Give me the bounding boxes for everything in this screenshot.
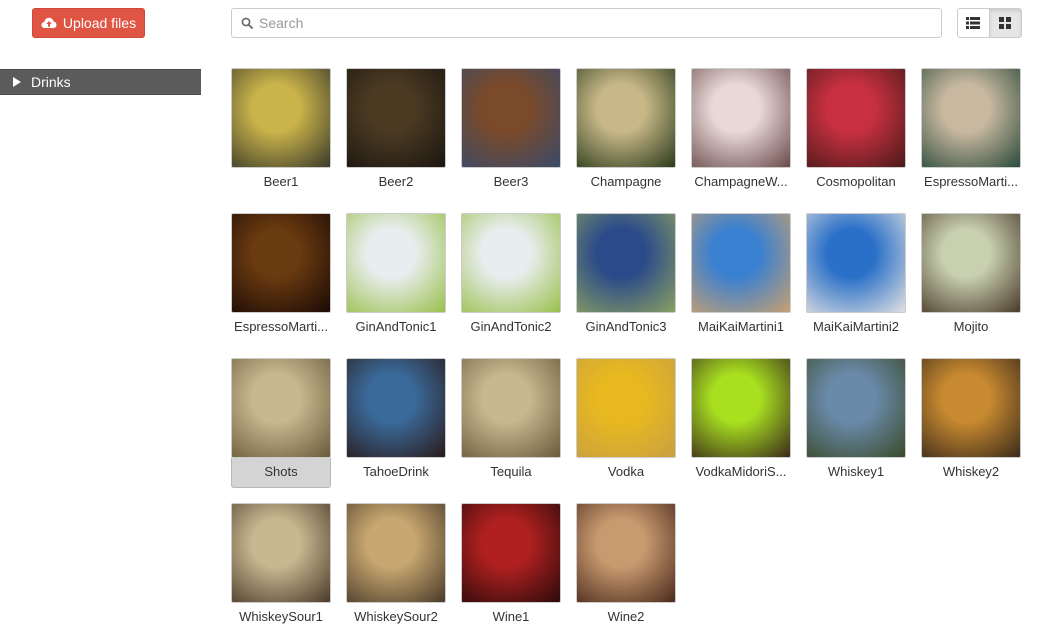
file-thumbnail[interactable] xyxy=(346,213,446,313)
grid-view-button[interactable] xyxy=(989,8,1022,38)
file-thumbnail[interactable] xyxy=(806,213,906,313)
file-tile[interactable]: Beer2 xyxy=(346,68,446,198)
file-tile[interactable]: Beer1 xyxy=(231,68,331,198)
file-thumbnail[interactable] xyxy=(231,213,331,313)
triangle-right-icon xyxy=(13,77,21,87)
file-tile[interactable]: GinAndTonic3 xyxy=(576,213,676,343)
upload-files-label: Upload files xyxy=(62,15,137,31)
file-thumbnail[interactable] xyxy=(461,503,561,603)
file-tile[interactable]: Cosmopolitan xyxy=(806,68,906,198)
file-tile[interactable]: WhiskeySour1 xyxy=(231,503,331,629)
file-thumbnail[interactable] xyxy=(691,68,791,168)
file-thumbnail[interactable] xyxy=(346,503,446,603)
file-label: Whiskey1 xyxy=(827,464,885,479)
file-label: EspressoMarti... xyxy=(234,319,328,334)
file-tile[interactable]: Whiskey1 xyxy=(806,358,906,488)
file-thumbnail[interactable] xyxy=(576,503,676,603)
file-thumbnail[interactable] xyxy=(576,213,676,313)
file-thumbnail[interactable] xyxy=(691,358,791,458)
file-tile[interactable]: GinAndTonic2 xyxy=(461,213,561,343)
file-label: Mojito xyxy=(953,319,989,334)
file-label: GinAndTonic1 xyxy=(355,319,437,334)
file-label: Vodka xyxy=(607,464,645,479)
file-label: WhiskeySour1 xyxy=(239,609,323,624)
file-label: VodkaMidoriS... xyxy=(695,464,787,479)
file-label: GinAndTonic3 xyxy=(585,319,667,334)
file-label: Shots xyxy=(264,464,298,479)
search-input[interactable] xyxy=(259,10,941,36)
file-tile[interactable]: TahoeDrink xyxy=(346,358,446,488)
file-tile[interactable]: EspressoMarti... xyxy=(231,213,331,343)
search-icon xyxy=(241,17,253,29)
file-tile[interactable]: Champagne xyxy=(576,68,676,198)
file-tile[interactable]: Mojito xyxy=(921,213,1021,343)
file-label: MaiKaiMartini1 xyxy=(698,319,784,334)
view-toggle xyxy=(957,8,1022,38)
file-thumbnail[interactable] xyxy=(806,68,906,168)
file-tile[interactable]: Wine1 xyxy=(461,503,561,629)
file-tile[interactable]: GinAndTonic1 xyxy=(346,213,446,343)
file-thumbnail[interactable] xyxy=(921,213,1021,313)
file-tile[interactable]: Whiskey2 xyxy=(921,358,1021,488)
file-label: Tequila xyxy=(490,464,532,479)
file-tile[interactable]: ChampagneW... xyxy=(691,68,791,198)
file-thumbnail[interactable] xyxy=(461,68,561,168)
file-tile[interactable]: MaiKaiMartini1 xyxy=(691,213,791,343)
file-tile[interactable]: Beer3 xyxy=(461,68,561,198)
file-thumbnail[interactable] xyxy=(231,503,331,603)
cloud-upload-icon xyxy=(41,17,57,28)
file-tile[interactable]: MaiKaiMartini2 xyxy=(806,213,906,343)
file-tile[interactable]: Vodka xyxy=(576,358,676,488)
file-thumbnail[interactable] xyxy=(921,68,1021,168)
file-label: Wine2 xyxy=(607,609,645,624)
sidebar-item-drinks[interactable]: Drinks xyxy=(0,69,201,95)
file-thumbnail[interactable] xyxy=(461,213,561,313)
list-icon xyxy=(966,17,981,29)
file-thumbnail[interactable] xyxy=(346,358,446,458)
file-label: ChampagneW... xyxy=(694,174,788,189)
file-label: Whiskey2 xyxy=(942,464,1000,479)
file-thumbnail[interactable] xyxy=(231,358,331,458)
upload-files-button[interactable]: Upload files xyxy=(32,8,145,38)
file-label: EspressoMarti... xyxy=(924,174,1018,189)
file-tile[interactable]: EspressoMarti... xyxy=(921,68,1021,198)
file-tile[interactable]: Tequila xyxy=(461,358,561,488)
file-label: Cosmopolitan xyxy=(816,174,896,189)
file-label: GinAndTonic2 xyxy=(470,319,552,334)
search-box[interactable] xyxy=(231,8,942,38)
file-thumbnail[interactable] xyxy=(461,358,561,458)
file-tile[interactable]: Shots xyxy=(231,358,331,488)
file-tile[interactable]: VodkaMidoriS... xyxy=(691,358,791,488)
file-label: Champagne xyxy=(590,174,662,189)
file-thumbnail[interactable] xyxy=(346,68,446,168)
file-label: TahoeDrink xyxy=(363,464,429,479)
file-label: Beer2 xyxy=(378,174,414,189)
list-view-button[interactable] xyxy=(957,8,990,38)
file-label: WhiskeySour2 xyxy=(354,609,438,624)
file-thumbnail[interactable] xyxy=(691,213,791,313)
grid-icon xyxy=(999,17,1012,29)
file-thumbnail[interactable] xyxy=(921,358,1021,458)
file-label: Beer1 xyxy=(263,174,299,189)
file-label: MaiKaiMartini2 xyxy=(813,319,899,334)
sidebar-item-label: Drinks xyxy=(31,74,71,90)
file-thumbnail[interactable] xyxy=(576,358,676,458)
file-tile[interactable]: WhiskeySour2 xyxy=(346,503,446,629)
file-thumbnail[interactable] xyxy=(231,68,331,168)
file-thumbnail[interactable] xyxy=(806,358,906,458)
file-label: Wine1 xyxy=(492,609,530,624)
file-thumbnail[interactable] xyxy=(576,68,676,168)
file-tile[interactable]: Wine2 xyxy=(576,503,676,629)
file-label: Beer3 xyxy=(493,174,529,189)
